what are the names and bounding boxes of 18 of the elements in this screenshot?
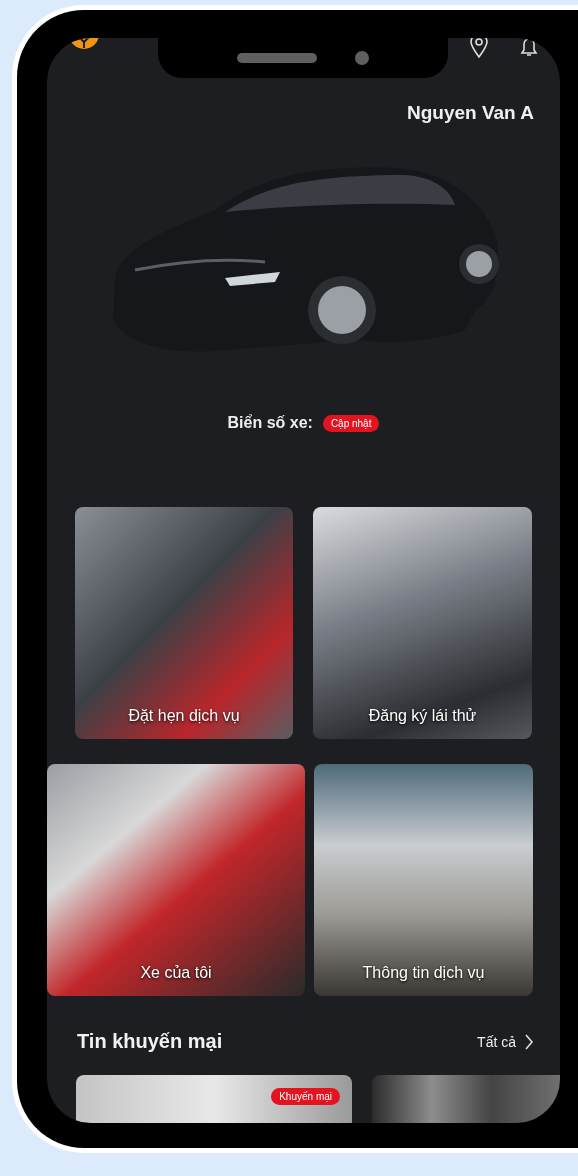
photo-placeholder[interactable] xyxy=(372,1075,560,1123)
tile-label: Đăng ký lái thử xyxy=(368,707,477,725)
user-name: Nguyen Van A xyxy=(406,102,534,124)
service-tile[interactable]: Đăng ký lái thử xyxy=(313,507,532,739)
tile-label: Đặt hẹn dịch vụ xyxy=(128,707,240,725)
chevron-right-icon xyxy=(524,1033,534,1050)
section-title: Tin khuyến mại xyxy=(77,1030,223,1053)
promo-card[interactable]: Khuyến mại xyxy=(76,1075,352,1123)
see-all-link[interactable]: Tất cả xyxy=(477,1033,534,1050)
plate-label: Biển số xe: xyxy=(227,414,313,432)
service-tile[interactable]: Thông tin dịch vụ xyxy=(314,764,533,996)
service-tile[interactable]: Đặt hẹn dịch vụ xyxy=(75,507,293,739)
tile-label: Xe của tôi xyxy=(140,964,212,982)
promo-badge: Khuyến mại xyxy=(271,1088,340,1105)
tile-label: Thông tin dịch vụ xyxy=(362,964,485,982)
location-pin-icon[interactable] xyxy=(470,38,488,58)
service-tile[interactable]: Xe của tôi xyxy=(47,764,305,996)
update-button[interactable]: Cập nhật xyxy=(322,414,380,432)
